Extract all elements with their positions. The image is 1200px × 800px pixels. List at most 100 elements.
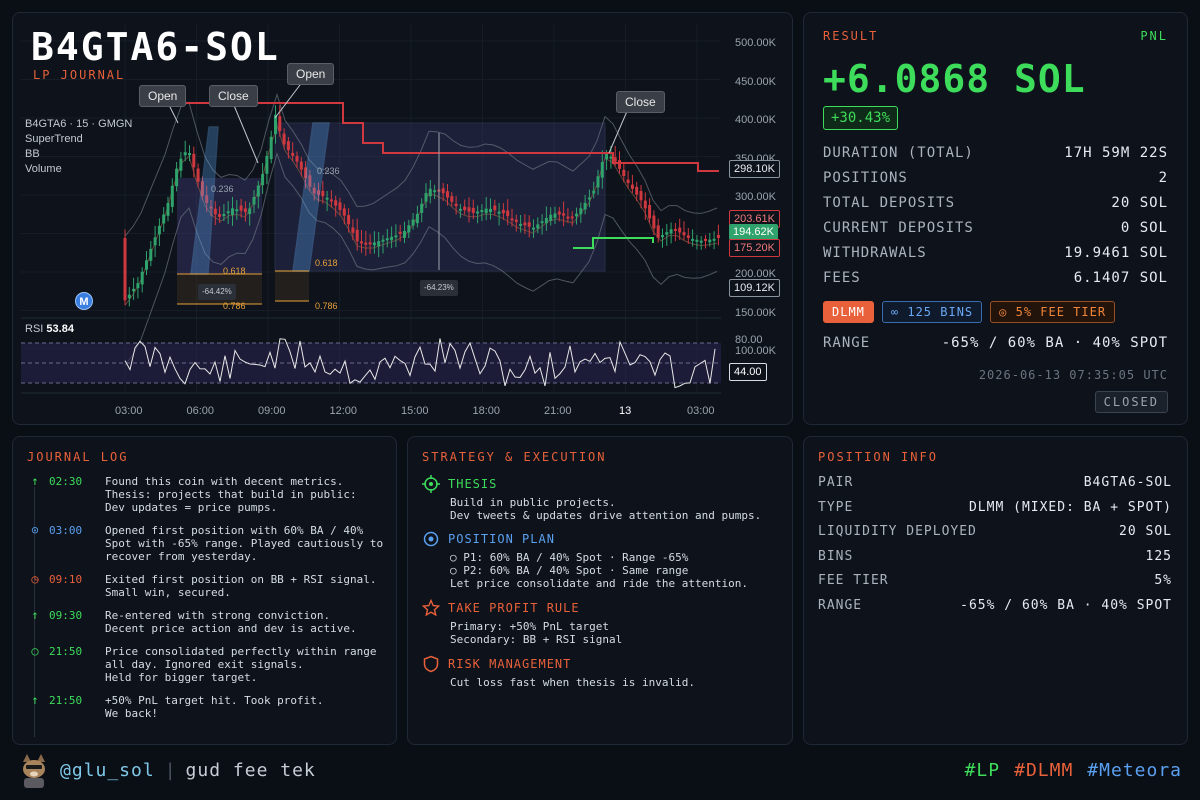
- stat-row: WITHDRAWALS 19.9461 SOL: [823, 245, 1168, 270]
- stat-row: POSITIONS 2: [823, 170, 1168, 195]
- star-icon: [422, 599, 440, 617]
- stat-label: POSITIONS: [823, 170, 908, 186]
- infinity-icon: ∞: [890, 305, 908, 319]
- rsi-legend[interactable]: RSI 53.84: [25, 323, 74, 335]
- stat-row: CURRENT DEPOSITS 0 SOL: [823, 220, 1168, 245]
- position-row: TYPE DLMM (MIXED: BA + SPOT): [818, 500, 1172, 525]
- range-label: RANGE: [823, 335, 871, 351]
- pnl-value: +6.0868 SOL: [823, 57, 1086, 101]
- price-tag-upper-bb: 298.10K: [729, 160, 780, 178]
- position-row: RANGE -65% / 60% BA · 40% SPOT: [818, 598, 1172, 623]
- entry-text: Re-entered with strong conviction. Decen…: [105, 609, 357, 635]
- time-axis-label: 21:00: [544, 405, 572, 417]
- indicator-label[interactable]: Volume: [25, 162, 132, 177]
- strategy-panel: STRATEGY & EXECUTION THESIS Build in pub…: [407, 436, 793, 745]
- range-value: -65% / 60% BA · 40% SPOT: [941, 335, 1168, 351]
- time-axis-label: 12:00: [329, 405, 358, 417]
- position-info-panel: POSITION INFO PAIR B4GTA6-SOL TYPE DLMM (M…: [803, 436, 1188, 745]
- stat-row: DURATION (TOTAL) 17H 59M 22S: [823, 145, 1168, 170]
- author-handle[interactable]: @glu_sol: [60, 760, 155, 781]
- rsi-current-tag: 44.00: [729, 363, 767, 381]
- position-rows: PAIR B4GTA6-SOL TYPE DLMM (MIXED: BA + SPO…: [818, 475, 1172, 623]
- dlmm-badge: DLMM: [823, 301, 874, 323]
- stat-row: FEES 6.1407 SOL: [823, 270, 1168, 295]
- close-callout: Close: [209, 85, 258, 107]
- time-axis-label: 18:00: [472, 405, 501, 417]
- stat-value: 6.1407 SOL: [1073, 270, 1168, 286]
- position-value: B4GTA6-SOL: [1083, 475, 1172, 490]
- fib-zone-2: [275, 271, 309, 301]
- timestamp: 2026-06-13 07:35:05 UTC: [978, 368, 1168, 382]
- close-callout: Close: [616, 91, 665, 113]
- price-tag-current: 194.62K: [729, 224, 778, 240]
- stat-value: 2: [1158, 170, 1168, 186]
- price-chart-panel[interactable]: B4GTA6-SOL LP JOURNAL B4GTA6 · 15 · GMGN…: [12, 12, 793, 425]
- journal-entry: ↑ 09:30 Re-entered with strong conviction.…: [27, 608, 384, 636]
- result-stats: DURATION (TOTAL) 17H 59M 22S POSITIONS 2 T…: [823, 145, 1168, 295]
- fib-label: 0.786: [315, 301, 338, 311]
- candlestick-chart[interactable]: [13, 13, 793, 425]
- position-value: -65% / 60% BA · 40% SPOT: [960, 597, 1172, 613]
- stat-label: FEES: [823, 270, 861, 286]
- cat-avatar[interactable]: [18, 752, 50, 788]
- time-axis-label: 15:00: [401, 405, 429, 417]
- entry-time: 02:30: [49, 475, 83, 488]
- hashtag-dlmm[interactable]: #DLMM: [1014, 760, 1073, 781]
- circle-icon: ○: [31, 644, 39, 658]
- rsi-value: 53.84: [46, 323, 74, 335]
- price-tag-lower: 175.20K: [729, 239, 780, 257]
- journal-entry: ↑ 02:30 Found this coin with decent metric…: [27, 475, 384, 515]
- position-label: TYPE: [818, 499, 854, 515]
- position-label: LIQUIDITY DEPLOYED: [818, 524, 977, 540]
- open-callout: Open: [287, 63, 335, 85]
- journal-entries: ↑ 02:30 Found this coin with decent metric…: [27, 475, 384, 721]
- position-plan-block: POSITION PLAN ○ P1: 60% BA / 40% Spot · …: [422, 530, 780, 590]
- journal-entry: ↑ 21:50 +50% PnL target hit. Took profit. …: [27, 694, 384, 721]
- arrow-up-icon: ↑: [31, 608, 39, 622]
- position-label: RANGE: [818, 597, 863, 613]
- stat-value: 0 SOL: [1120, 220, 1168, 236]
- stat-row: TOTAL DEPOSITS 20 SOL: [823, 195, 1168, 220]
- entry-text: Found this coin with decent metrics. The…: [105, 475, 357, 514]
- position-value: 5%: [1154, 573, 1172, 589]
- position-row: BINS 125: [818, 549, 1172, 574]
- entry-time: 21:50: [49, 645, 83, 658]
- entry-time: 09:10: [49, 573, 83, 586]
- chart-subtitle: LP JOURNAL: [33, 68, 126, 82]
- tag-badges: DLMM ∞ 125 BINS ◎ 5% FEE TIER: [823, 301, 1116, 323]
- open-callout: Open: [139, 85, 187, 107]
- result-panel: RESULT PNL +6.0868 SOL +30.43% DURATION …: [803, 12, 1188, 425]
- journal-entry: ◷ 09:10 Exited first position on BB + RSI …: [27, 572, 384, 600]
- bins-badge-label: 125 BINS: [907, 305, 974, 319]
- tagline: gud fee tek: [185, 759, 316, 781]
- position-plan-title: POSITION PLAN: [448, 532, 555, 546]
- position-row: FEE TIER 5%: [818, 573, 1172, 598]
- take-profit-body: Primary: +50% PnL target Secondary: BB +…: [450, 620, 623, 646]
- hashtag-lp[interactable]: #LP: [965, 760, 1001, 781]
- price-axis-label: 450.00K: [735, 75, 776, 88]
- position-plan-body: ○ P1: 60% BA / 40% Spot · Range -65% ○ P…: [450, 551, 749, 590]
- time-axis-label: 06:00: [186, 405, 215, 417]
- time-axis-label: 03:00: [115, 405, 143, 417]
- indicator-label[interactable]: BB: [25, 147, 132, 162]
- position-row: PAIR B4GTA6-SOL: [818, 475, 1172, 500]
- footer-author: @glu_sol | gud fee tek: [18, 752, 316, 788]
- stat-value: 19.9461 SOL: [1064, 245, 1168, 261]
- position-label: BINS: [818, 548, 854, 564]
- indicator-label[interactable]: SuperTrend: [25, 132, 132, 147]
- circle-icon: ⊙: [31, 523, 39, 537]
- indicator-legend[interactable]: B4GTA6 · 15 · GMGN SuperTrend BB Volume: [25, 117, 132, 177]
- clock-icon: ◷: [31, 572, 39, 586]
- risk-body: Cut loss fast when thesis is invalid.: [450, 676, 696, 689]
- stat-value: 20 SOL: [1111, 195, 1168, 211]
- fib-label: 0.236: [211, 184, 234, 194]
- m-marker-icon[interactable]: M: [75, 292, 93, 310]
- entry-text: Price consolidated perfectly within rang…: [105, 645, 377, 684]
- risk-block: RISK MANAGEMENT Cut loss fast when thesi…: [422, 655, 780, 689]
- time-axis-label: 03:00: [687, 405, 715, 417]
- fib-label: 0.236: [317, 166, 340, 176]
- fib-label: 0.618: [315, 258, 338, 268]
- shield-icon: [423, 655, 439, 673]
- indicator-label[interactable]: B4GTA6 · 15 · GMGN: [25, 117, 132, 132]
- hashtag-meteora[interactable]: #Meteora: [1087, 760, 1182, 781]
